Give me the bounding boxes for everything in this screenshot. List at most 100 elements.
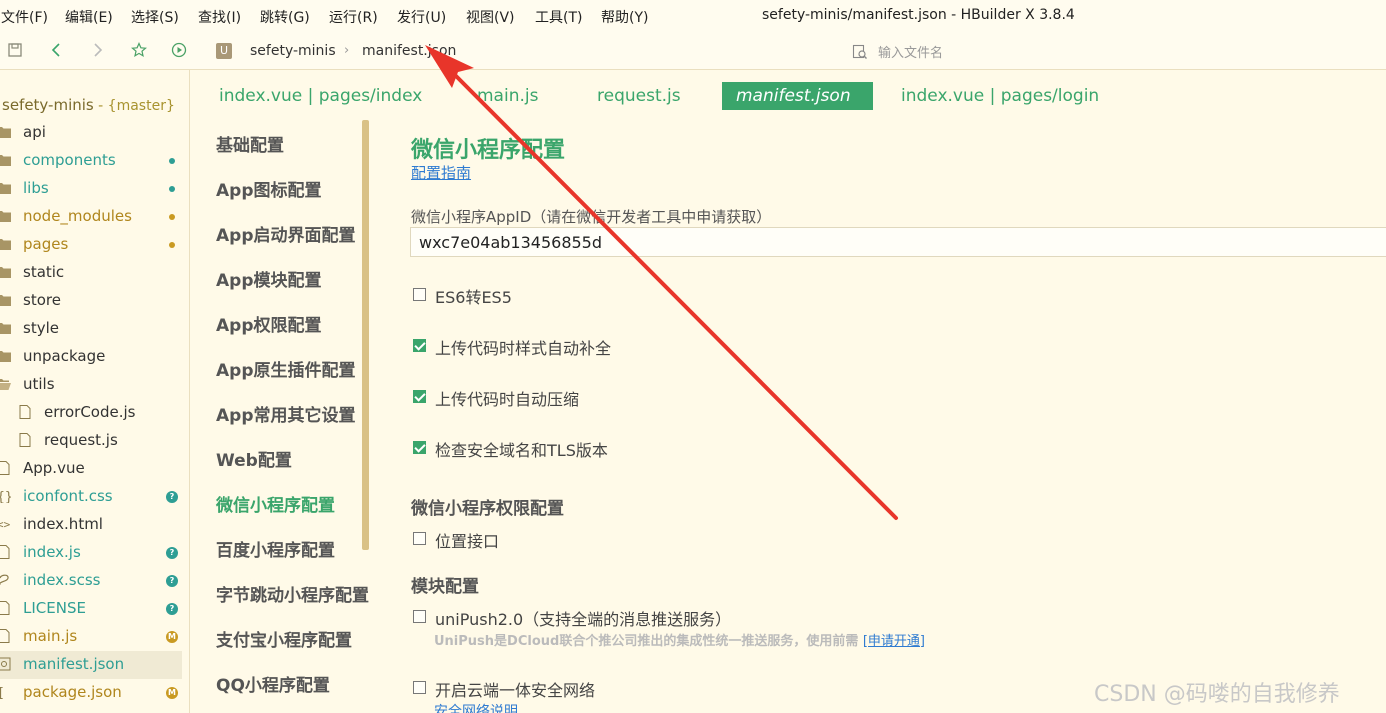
settings-nav-item[interactable]: QQ小程序配置 (216, 671, 330, 696)
folder-icon (0, 209, 11, 223)
cloud-security-checkbox[interactable] (413, 681, 426, 694)
settings-nav-item[interactable]: App权限配置 (216, 311, 322, 336)
file-search-input[interactable] (878, 42, 1378, 64)
tree-item-label: unpackage (23, 347, 106, 365)
settings-nav-item[interactable]: 字节跳动小程序配置 (216, 581, 369, 606)
run-icon[interactable] (170, 42, 188, 60)
auto-minify-checkbox[interactable] (413, 390, 426, 403)
untracked-badge: ? (166, 603, 178, 615)
editor-tabs: index.vue | pages/index main.js request.… (191, 70, 1386, 118)
tree-item-api[interactable]: api (0, 119, 189, 147)
breadcrumb-project[interactable]: sefety-minis (250, 43, 336, 59)
tree-item-index-js[interactable]: index.js? (0, 539, 189, 567)
tab-request-js[interactable]: request.js (597, 82, 681, 110)
tree-item-request-js[interactable]: request.js (0, 427, 189, 455)
menu-help[interactable]: 帮助(Y) (601, 7, 648, 27)
menu-publish[interactable]: 发行(U) (397, 7, 446, 27)
menu-goto[interactable]: 跳转(G) (260, 7, 310, 27)
tree-item-components[interactable]: components (0, 147, 189, 175)
permission-section-title: 微信小程序权限配置 (411, 499, 564, 519)
menu-view[interactable]: 视图(V) (466, 7, 515, 27)
unipush-note: UniPush是DCloud联合个推公司推出的集成性统一推送服务，使用前需 [申… (434, 630, 925, 649)
settings-nav-item[interactable]: Web配置 (216, 446, 292, 471)
watermark: CSDN @码喽的自我修养 (1094, 682, 1340, 707)
settings-nav-item[interactable]: 微信小程序配置 (216, 491, 335, 516)
tree-item-unpackage[interactable]: unpackage (0, 343, 189, 371)
tree-item-static[interactable]: static (0, 259, 189, 287)
tree-item-package-json[interactable]: [ ] package.json M (0, 679, 189, 707)
tree-item-main-js[interactable]: main.js M (0, 623, 189, 651)
location-api-checkbox[interactable] (413, 532, 426, 545)
tree-item-label: static (23, 263, 65, 281)
save-icon[interactable] (6, 42, 24, 60)
file-icon (0, 573, 11, 587)
git-branch: - {master} (93, 98, 175, 114)
unipush-label: uniPush2.0（支持全端的消息推送服务） (435, 610, 732, 629)
tree-item-index-scss[interactable]: index.scss? (0, 567, 189, 595)
menu-run[interactable]: 运行(R) (329, 7, 378, 27)
apply-unipush-link[interactable]: [申请开通] (863, 634, 925, 649)
breadcrumb-file[interactable]: manifest.json (362, 43, 456, 59)
svg-text:{}: {} (0, 490, 11, 503)
menu-tools[interactable]: 工具(T) (535, 7, 582, 27)
project-icon: U (216, 43, 232, 59)
unipush-checkbox[interactable] (413, 610, 426, 623)
window-title: sefety-minis/manifest.json - HBuilder X … (762, 7, 1075, 23)
file-icon (0, 629, 11, 643)
menu-file[interactable]: 文件(F) (1, 7, 48, 27)
settings-nav-item[interactable]: App模块配置 (216, 266, 322, 291)
project-root[interactable]: sefety-minis - {master} (2, 96, 175, 114)
tab-manifest-json[interactable]: manifest.json (722, 82, 873, 110)
tree-item-utils[interactable]: utils (0, 371, 189, 399)
chevron-right-icon: › (344, 43, 350, 58)
star-icon[interactable] (130, 42, 148, 60)
tree-item-libs[interactable]: libs (0, 175, 189, 203)
tree-item-iconfont-css[interactable]: {} iconfont.css? (0, 483, 189, 511)
check-domain-tls-checkbox[interactable] (413, 441, 426, 454)
tab-index-vue-pages-login[interactable]: index.vue | pages/login (901, 82, 1099, 110)
tree-item-node-modules[interactable]: node_modules (0, 203, 189, 231)
tree-item-label: pages (23, 235, 69, 253)
svg-text:[ ]: [ ] (0, 686, 11, 699)
folder-icon (0, 349, 11, 363)
toolbar: U sefety-minis › manifest.json (0, 34, 1386, 70)
menu-select[interactable]: 选择(S) (131, 7, 179, 27)
settings-nav-item[interactable]: 基础配置 (216, 131, 284, 156)
svg-text:<>: <> (0, 518, 11, 531)
config-guide-link[interactable]: 配置指南 (411, 162, 471, 183)
modified-badge: M (166, 631, 178, 643)
modified-dot-icon (169, 214, 175, 220)
file-icon (0, 545, 11, 559)
tab-main-js[interactable]: main.js (477, 82, 538, 110)
tree-item-style[interactable]: style (0, 315, 189, 343)
tab-index-vue-pages-index[interactable]: index.vue | pages/index (219, 82, 422, 110)
style-autocomplete-checkbox[interactable] (413, 339, 426, 352)
auto-minify-label: 上传代码时自动压缩 (435, 390, 580, 409)
menu-find[interactable]: 查找(I) (198, 7, 241, 27)
tree-item-errorcode-js[interactable]: errorCode.js (0, 399, 189, 427)
es6-checkbox[interactable] (413, 288, 426, 301)
settings-nav-item[interactable]: 百度小程序配置 (216, 536, 335, 561)
tree-item-store[interactable]: store (0, 287, 189, 315)
tree-item-app-vue[interactable]: App.vue (0, 455, 189, 483)
file-search-icon (852, 44, 868, 60)
settings-nav-item[interactable]: App原生插件配置 (216, 356, 356, 381)
folder-icon (0, 153, 11, 167)
menu-edit[interactable]: 编辑(E) (65, 7, 113, 27)
settings-nav-item[interactable]: 支付宝小程序配置 (216, 626, 352, 651)
tree-item-license[interactable]: LICENSE? (0, 595, 189, 623)
tree-item-pages[interactable]: pages (0, 231, 189, 259)
back-icon[interactable] (48, 42, 66, 60)
tree-item-label: main.js (23, 627, 78, 645)
tree-item-label: node_modules (23, 207, 132, 225)
appid-input[interactable] (410, 227, 1386, 257)
security-network-link[interactable]: 安全网络说明 (434, 701, 518, 713)
settings-nav-item[interactable]: App启动界面配置 (216, 221, 356, 246)
tree-item-index-html[interactable]: <> index.html (0, 511, 189, 539)
settings-nav-scrollbar[interactable] (362, 120, 369, 550)
settings-nav-item[interactable]: App图标配置 (216, 176, 322, 201)
tree-item-label: api (23, 123, 46, 141)
settings-nav-item[interactable]: App常用其它设置 (216, 401, 356, 426)
tree-item-manifest-json[interactable]: manifest.json (0, 651, 182, 679)
forward-icon[interactable] (88, 42, 106, 60)
